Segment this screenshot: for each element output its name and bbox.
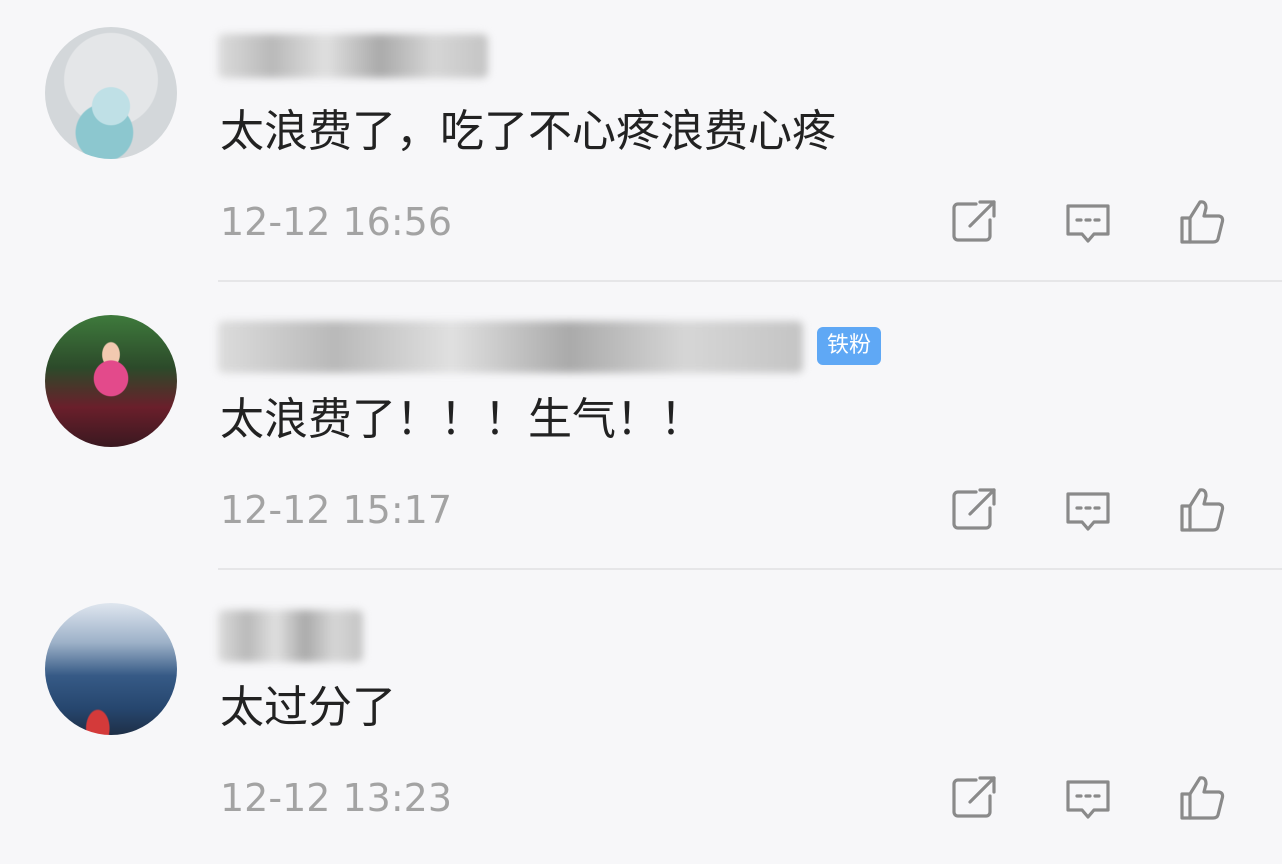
share-button[interactable] — [946, 194, 1002, 250]
avatar[interactable] — [45, 315, 177, 447]
comment-icon — [1066, 492, 1110, 531]
comment-text: 太过分了 — [220, 682, 396, 733]
fan-badge: 铁粉 — [817, 327, 881, 365]
like-button[interactable] — [1174, 770, 1230, 826]
comment-item: 太浪费了，吃了不心疼浪费心疼 12-12 16:56 — [0, 0, 1282, 288]
comment-item: 太过分了 12-12 13:23 — [0, 576, 1282, 864]
share-icon — [952, 200, 996, 242]
reply-button[interactable] — [1060, 194, 1116, 250]
share-icon — [952, 776, 996, 818]
share-icon — [952, 488, 996, 530]
divider — [218, 568, 1282, 570]
avatar[interactable] — [45, 603, 177, 735]
comment-timestamp: 12-12 15:17 — [220, 488, 453, 532]
comment-item: 铁粉 太浪费了！！！生气！！ 12-12 15:17 — [0, 288, 1282, 576]
thumbs-up-icon — [1180, 776, 1225, 820]
comment-text: 太浪费了，吃了不心疼浪费心疼 — [220, 106, 836, 157]
share-button[interactable] — [946, 770, 1002, 826]
comment-actions — [946, 482, 1246, 538]
username-blurred[interactable] — [218, 321, 803, 373]
divider — [218, 280, 1282, 282]
username-blurred[interactable] — [218, 610, 363, 662]
comment-timestamp: 12-12 16:56 — [220, 200, 453, 244]
comment-list: 太浪费了，吃了不心疼浪费心疼 12-12 16:56 铁粉 太浪费了！！！生气！… — [0, 0, 1282, 844]
avatar[interactable] — [45, 27, 177, 159]
reply-button[interactable] — [1060, 770, 1116, 826]
thumbs-up-icon — [1180, 488, 1225, 532]
like-button[interactable] — [1174, 194, 1230, 250]
username-blurred[interactable] — [218, 34, 488, 78]
comment-icon — [1066, 204, 1110, 243]
reply-button[interactable] — [1060, 482, 1116, 538]
thumbs-up-icon — [1180, 200, 1225, 244]
like-button[interactable] — [1174, 482, 1230, 538]
share-button[interactable] — [946, 482, 1002, 538]
comment-icon — [1066, 780, 1110, 819]
comment-timestamp: 12-12 13:23 — [220, 776, 453, 820]
comment-actions — [946, 194, 1246, 250]
comment-text: 太浪费了！！！生气！！ — [220, 394, 704, 445]
comment-actions — [946, 770, 1246, 826]
